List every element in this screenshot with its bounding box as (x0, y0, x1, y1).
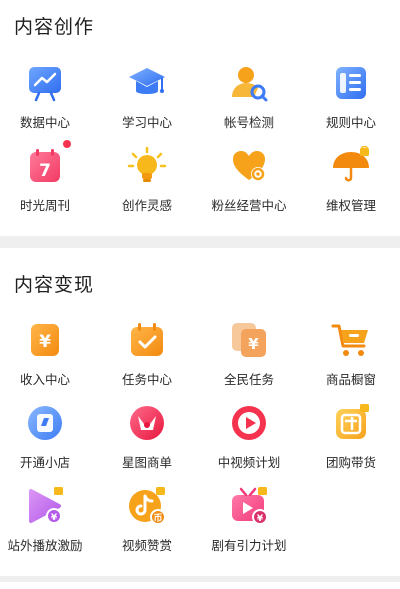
tile-income-center[interactable]: ¥ 收入中心 (0, 320, 95, 388)
content-creation-card: 内容创作 数据中心 学习中心 帐号检测 规则中心 7 时光周刊 创作灵感 粉丝经… (0, 0, 400, 236)
tiktok-yuan-lock-icon: 币 (127, 486, 167, 526)
svg-text:¥: ¥ (51, 513, 58, 523)
user-search-icon (229, 63, 269, 103)
umbrella-lock-icon (331, 146, 371, 186)
tile-label: 规则中心 (325, 115, 376, 130)
svg-text:币: 币 (153, 513, 162, 524)
task-check-icon (127, 320, 167, 360)
content-monetization-card: 内容变现 ¥ 收入中心 任务中心 ¥ 全民任务 商品橱窗 开通小店 星图商单 中… (0, 248, 400, 576)
tile-label: 剧有引力计划 (211, 538, 287, 553)
tile-label: 学习中心 (121, 115, 172, 130)
yuan-stack-icon: ¥ (229, 320, 269, 360)
tile-label: 收入中心 (19, 372, 70, 387)
tile-label: 维权管理 (325, 198, 376, 213)
tile-label: 中视频计划 (217, 455, 281, 470)
tile-mid-video-plan[interactable]: 中视频计划 (199, 403, 299, 471)
yuan-card-icon: ¥ (25, 320, 65, 360)
tile-label: 粉丝经营中心 (211, 198, 287, 213)
tile-creative-inspiration[interactable]: 创作灵感 (97, 146, 197, 214)
svg-text:¥: ¥ (257, 514, 264, 524)
tile-learning-center[interactable]: 学习中心 (97, 63, 197, 131)
tile-offsite-play-incentive[interactable]: ¥ 站外播放激励 (0, 486, 95, 554)
tile-task-center[interactable]: 任务中心 (97, 320, 197, 388)
tile-label: 团购带货 (325, 455, 376, 470)
tile-label: 视频赞赏 (121, 538, 172, 553)
tile-all-people-tasks[interactable]: ¥ 全民任务 (199, 320, 299, 388)
shopping-cart-icon (331, 320, 371, 360)
tile-label: 开通小店 (19, 455, 70, 470)
bottom-divider (0, 576, 400, 589)
section-title-content-creation: 内容创作 (14, 16, 95, 38)
tile-label: 帐号检测 (223, 115, 274, 130)
tv-yuan-lock-icon: ¥ (229, 486, 269, 526)
tile-label: 星图商单 (121, 455, 172, 470)
tile-video-tips[interactable]: 币 视频赞赏 (97, 486, 197, 554)
tile-label: 站外播放激励 (7, 538, 83, 553)
notification-dot (63, 140, 71, 148)
section-title-content-monetization: 内容变现 (14, 274, 95, 296)
tile-product-showcase[interactable]: 商品橱窗 (301, 320, 400, 388)
play-yuan-lock-icon: ¥ (25, 486, 65, 526)
graduation-cap-icon (127, 63, 167, 103)
tile-rules-center[interactable]: 规则中心 (301, 63, 400, 131)
tile-time-weekly[interactable]: 7 时光周刊 (0, 140, 95, 214)
tile-fan-management[interactable]: 粉丝经营中心 (199, 146, 299, 214)
tile-rights-management[interactable]: 维权管理 (301, 146, 400, 214)
lightbulb-icon (127, 146, 167, 186)
video-play-icon (229, 403, 269, 443)
tile-star-chart-orders[interactable]: 星图商单 (97, 403, 197, 471)
tile-account-check[interactable]: 帐号检测 (199, 63, 299, 131)
svg-text:7: 7 (39, 161, 51, 181)
tile-drama-gravity-plan[interactable]: ¥ 剧有引力计划 (199, 486, 299, 554)
tile-label: 商品橱窗 (325, 372, 376, 387)
rule-book-icon (331, 63, 371, 103)
tile-label: 创作灵感 (121, 198, 172, 213)
chart-board-icon (25, 63, 65, 103)
star-chart-icon (127, 403, 167, 443)
tile-group-buy[interactable]: 团购带货 (301, 403, 400, 471)
tile-label: 任务中心 (121, 372, 172, 387)
svg-text:¥: ¥ (248, 335, 259, 353)
tile-label: 全民任务 (223, 372, 274, 387)
tile-label: 时光周刊 (19, 198, 70, 213)
svg-text:¥: ¥ (39, 332, 51, 352)
group-buy-lock-icon (331, 403, 371, 443)
shop-open-icon (25, 403, 65, 443)
tile-data-center[interactable]: 数据中心 (0, 63, 95, 131)
tile-open-shop[interactable]: 开通小店 (0, 403, 95, 471)
tile-label: 数据中心 (19, 115, 70, 130)
heart-gear-icon (229, 146, 269, 186)
calendar-7-icon: 7 (25, 140, 71, 186)
